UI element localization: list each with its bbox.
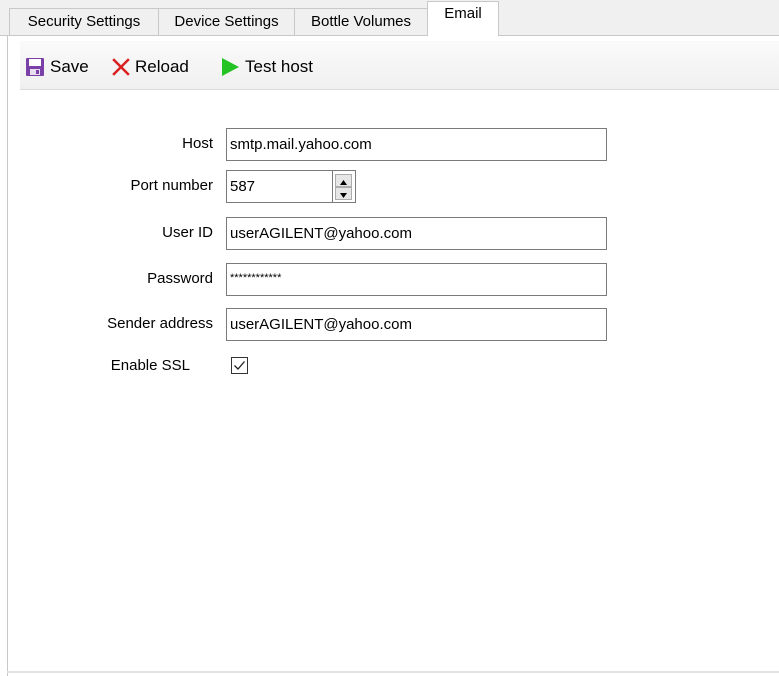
password-label: Password <box>147 270 213 287</box>
test-host-button[interactable]: Test host <box>220 55 313 79</box>
sender-address-input[interactable]: userAGILENT@yahoo.com <box>226 308 607 341</box>
test-host-label: Test host <box>245 57 314 76</box>
enable-ssl-checkbox[interactable] <box>231 357 248 374</box>
checkmark-icon <box>234 361 245 370</box>
stepper-up-icon[interactable] <box>335 174 352 187</box>
host-input[interactable]: smtp.mail.yahoo.com <box>226 128 607 161</box>
green-play-icon <box>220 57 240 77</box>
stepper-down-icon[interactable] <box>335 187 352 200</box>
tab-strip-divider <box>0 35 779 36</box>
tab-device-settings[interactable]: Device Settings <box>158 8 295 35</box>
panel-bottom-border <box>7 671 779 673</box>
sender-address-label: Sender address <box>107 315 213 332</box>
tab-bottle-volumes[interactable]: Bottle Volumes <box>294 8 428 35</box>
floppy-disk-icon <box>25 57 45 77</box>
tab-security-settings[interactable]: Security Settings <box>9 8 159 35</box>
reload-button[interactable]: Reload <box>112 55 189 79</box>
port-number-stepper[interactable] <box>333 170 356 203</box>
port-number-input[interactable]: 587 <box>226 170 333 203</box>
password-input[interactable]: ************ <box>226 263 607 296</box>
panel-border <box>7 35 8 676</box>
toolbar: Save Reload Test host <box>20 41 779 90</box>
save-label: Save <box>50 57 89 76</box>
enable-ssl-label: Enable SSL <box>110 357 190 374</box>
host-label: Host <box>182 135 213 152</box>
save-button[interactable]: Save <box>25 55 89 79</box>
port-number-label: Port number <box>130 177 213 194</box>
reload-label: Reload <box>135 57 189 76</box>
tab-email[interactable]: Email <box>427 1 499 36</box>
user-id-input[interactable]: userAGILENT@yahoo.com <box>226 217 607 250</box>
red-x-icon <box>112 58 130 76</box>
user-id-label: User ID <box>162 224 213 241</box>
